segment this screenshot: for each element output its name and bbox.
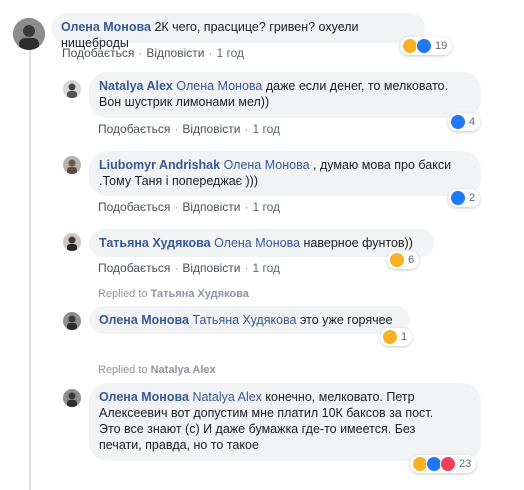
comment-text: даже если денег, то мелковато.: [265, 79, 449, 93]
reply-link[interactable]: Відповісти: [146, 46, 204, 60]
haha-icon: [389, 252, 405, 268]
reaction-count: 1: [401, 331, 408, 343]
replied-to-label[interactable]: Replied to Татьяна Худякова: [98, 288, 249, 300]
comment-bubble: Олена Монова Natalya Alex конечно, мелко…: [89, 383, 481, 461]
comment-author[interactable]: Олена Монова: [61, 20, 151, 34]
comment-text: Алексеевич вот допустим мне платил 10К б…: [99, 406, 434, 420]
mention-link[interactable]: Олена Монова: [214, 236, 300, 250]
comment-bubble: Олена Монова 2К чего, прасцице? гривен? …: [51, 13, 425, 50]
reply-link[interactable]: Відповісти: [182, 122, 240, 136]
like-icon: [416, 38, 432, 54]
comment-bubble: Татьяна Худякова Олена Монова наверное ф…: [89, 229, 434, 257]
comment-text: это уже горячее: [300, 313, 393, 327]
comment-author[interactable]: Liubomyr Andrishak: [99, 158, 220, 172]
avatar[interactable]: [63, 156, 81, 174]
reaction-count: 2: [469, 192, 476, 204]
comment-author[interactable]: Олена Монова: [99, 390, 189, 404]
replied-to-name: Татьяна Худякова: [150, 288, 249, 300]
timestamp[interactable]: 1 год: [216, 46, 244, 60]
comment-bubble: Олена Монова Татьяна Худякова это уже го…: [89, 306, 410, 334]
comment-actions: Подобається · Відповісти · 1 год: [98, 122, 280, 136]
reaction-summary[interactable]: 2: [448, 189, 481, 207]
comment-bubble: Natalya Alex Олена Монова даже если дене…: [89, 72, 481, 118]
comment-bubble: Liubomyr Andrishak Олена Монова , думаю …: [89, 151, 481, 196]
comment-author[interactable]: Татьяна Худякова: [99, 236, 211, 250]
comment-text: .Тому Таня і попереджає ))): [99, 174, 258, 188]
mention-link[interactable]: Олена Монова: [224, 158, 310, 172]
comment-actions: Подобається · Відповісти · 1 год: [98, 261, 280, 275]
comment-text: , думаю мова про бакси: [313, 158, 452, 172]
reaction-summary[interactable]: 6: [387, 251, 420, 269]
timestamp[interactable]: 1 год: [252, 261, 280, 275]
reaction-summary[interactable]: 19: [400, 37, 453, 55]
timestamp[interactable]: 1 год: [252, 122, 280, 136]
reply-link[interactable]: Відповісти: [182, 200, 240, 214]
mention-link[interactable]: Татьяна Худякова: [192, 313, 296, 327]
reply-link[interactable]: Відповісти: [182, 261, 240, 275]
mention-link[interactable]: Natalya Alex: [192, 390, 261, 404]
comment-actions: Подобається · Відповісти · 1 год: [62, 46, 244, 60]
reaction-count: 6: [408, 254, 415, 266]
like-link[interactable]: Подобається: [98, 200, 170, 214]
thread-line: [29, 48, 31, 490]
avatar-photo-icon: [63, 80, 81, 98]
avatar-photo-icon: [13, 18, 45, 50]
avatar[interactable]: [13, 18, 45, 50]
replied-to-name: Natalya Alex: [150, 364, 216, 376]
avatar[interactable]: [63, 80, 81, 98]
comment-author[interactable]: Олена Монова: [99, 313, 189, 327]
avatar-photo-icon: [63, 233, 81, 251]
comment-text: печати, правда, но то такое: [99, 438, 259, 452]
reaction-summary[interactable]: 1: [380, 328, 413, 346]
reaction-count: 23: [459, 458, 472, 470]
comment-actions: Подобається · Відповісти · 1 год: [98, 200, 280, 214]
like-link[interactable]: Подобається: [98, 122, 170, 136]
reaction-count: 4: [469, 116, 476, 128]
like-icon: [450, 190, 466, 206]
reaction-count: 19: [435, 40, 448, 52]
replied-prefix: Replied to: [98, 288, 148, 300]
haha-icon: [382, 329, 398, 345]
comment-text: конечно, мелковато. Петр: [265, 390, 415, 404]
comment-text: Вон шустрик лимонами мел)): [99, 95, 270, 109]
mention-link[interactable]: Олена Монова: [176, 79, 262, 93]
comment-author[interactable]: Natalya Alex: [99, 79, 173, 93]
avatar-photo-icon: [63, 312, 81, 330]
comment-text: наверное фунтов)): [303, 236, 413, 250]
replied-to-label[interactable]: Replied to Natalya Alex: [98, 364, 216, 376]
avatar[interactable]: [63, 389, 81, 407]
like-link[interactable]: Подобається: [98, 261, 170, 275]
comment-text: Это все знают (с) И даже бумажка где-то …: [99, 422, 416, 436]
avatar-photo-icon: [63, 156, 81, 174]
timestamp[interactable]: 1 год: [252, 200, 280, 214]
like-link[interactable]: Подобається: [62, 46, 134, 60]
replied-prefix: Replied to: [98, 364, 148, 376]
love-icon: [440, 456, 456, 472]
reaction-summary[interactable]: 4: [448, 113, 481, 131]
avatar-photo-icon: [63, 389, 81, 407]
avatar[interactable]: [63, 312, 81, 330]
avatar[interactable]: [63, 233, 81, 251]
like-icon: [450, 114, 466, 130]
reaction-summary[interactable]: 23: [410, 455, 477, 473]
